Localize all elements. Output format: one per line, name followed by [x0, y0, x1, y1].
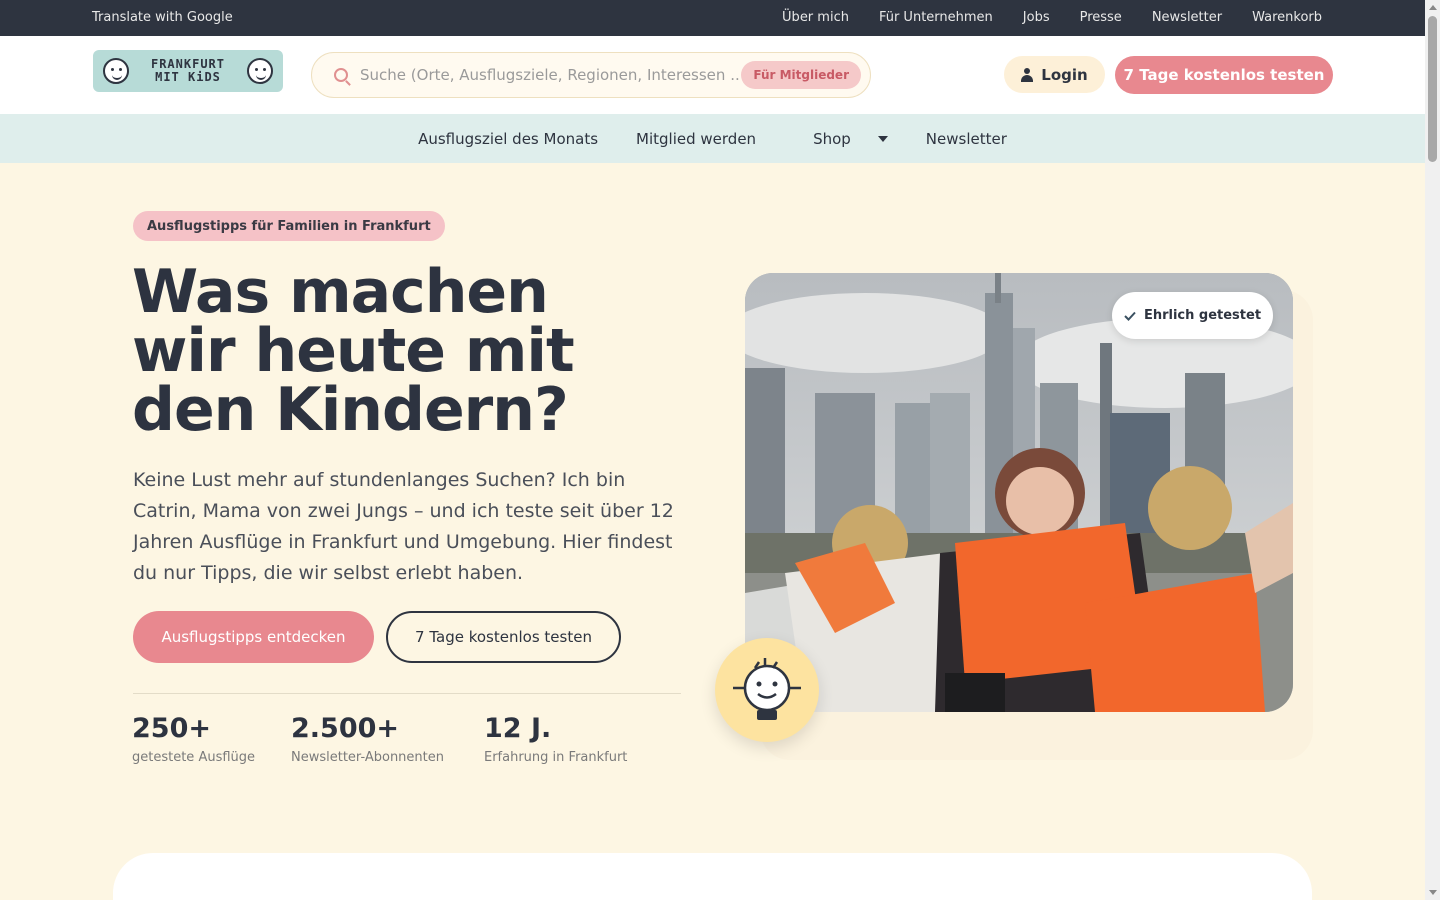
- top-links: Über mich Für Unternehmen Jobs Presse Ne…: [782, 10, 1322, 25]
- trial-secondary-button[interactable]: 7 Tage kostenlos testen: [386, 611, 621, 663]
- chevron-down-icon: [877, 136, 888, 142]
- toplink-warenkorb[interactable]: Warenkorb: [1252, 10, 1322, 25]
- tested-badge: Ehrlich getestet: [1112, 292, 1273, 339]
- trial-button[interactable]: 7 Tage kostenlos testen: [1115, 56, 1333, 94]
- logo-text: FRANKFURT MIT KiDS: [150, 57, 226, 84]
- top-bar: Translate with Google Über mich Für Unte…: [0, 0, 1425, 36]
- stat-ausfluege: 250+ getestete Ausflüge: [132, 713, 256, 765]
- scroll-down-icon[interactable]: [1429, 890, 1437, 895]
- nav-item-mitglied[interactable]: Mitglied werden: [636, 130, 756, 148]
- check-icon: [1124, 311, 1136, 321]
- toplink-ueber-mich[interactable]: Über mich: [782, 10, 849, 25]
- translate-link[interactable]: Translate with Google: [92, 10, 233, 25]
- logo-face-icon: [247, 58, 273, 84]
- stat-erfahrung: 12 J. Erfahrung in Frankfurt: [484, 713, 628, 765]
- toplink-unternehmen[interactable]: Für Unternehmen: [879, 10, 993, 25]
- scroll-up-icon[interactable]: [1429, 5, 1437, 10]
- search-icon: [334, 68, 348, 82]
- nav-item-shop[interactable]: Shop: [794, 130, 888, 148]
- site-logo[interactable]: FRANKFURT MIT KiDS: [93, 50, 283, 92]
- toplink-presse[interactable]: Presse: [1080, 10, 1122, 25]
- stats-divider: [133, 693, 681, 694]
- hero-intro: Keine Lust mehr auf stundenlanges Suchen…: [133, 469, 674, 584]
- nav-item-newsletter[interactable]: Newsletter: [926, 130, 1007, 148]
- search-bar: Für Mitglieder: [311, 52, 871, 98]
- nav-item-ausflugsziel[interactable]: Ausflugsziel des Monats: [418, 130, 598, 148]
- discover-tips-button[interactable]: Ausflugstipps entdecken: [133, 611, 374, 663]
- toplink-jobs[interactable]: Jobs: [1023, 10, 1050, 25]
- login-button[interactable]: Login: [1004, 56, 1105, 93]
- member-badge: Für Mitglieder: [741, 61, 861, 89]
- toplink-newsletter[interactable]: Newsletter: [1152, 10, 1222, 25]
- search-input[interactable]: [360, 66, 740, 84]
- stat-newsletter: 2.500+ Newsletter-Abonnenten: [291, 713, 444, 765]
- page-scrollbar[interactable]: [1425, 0, 1440, 900]
- content-card: [113, 853, 1312, 900]
- site-header: FRANKFURT MIT KiDS Für Mitglieder Login …: [0, 36, 1425, 114]
- logo-face-icon: [103, 58, 129, 84]
- hero-headline: Was machen wir heute mit den Kindern?: [132, 257, 575, 445]
- user-icon: [1021, 67, 1034, 82]
- scroll-thumb[interactable]: [1428, 16, 1437, 162]
- mascot-icon: [715, 638, 819, 742]
- hero-tag: Ausflugstipps für Familien in Frankfurt: [133, 211, 445, 241]
- main-nav: Ausflugsziel des Monats Mitglied werden …: [0, 114, 1425, 163]
